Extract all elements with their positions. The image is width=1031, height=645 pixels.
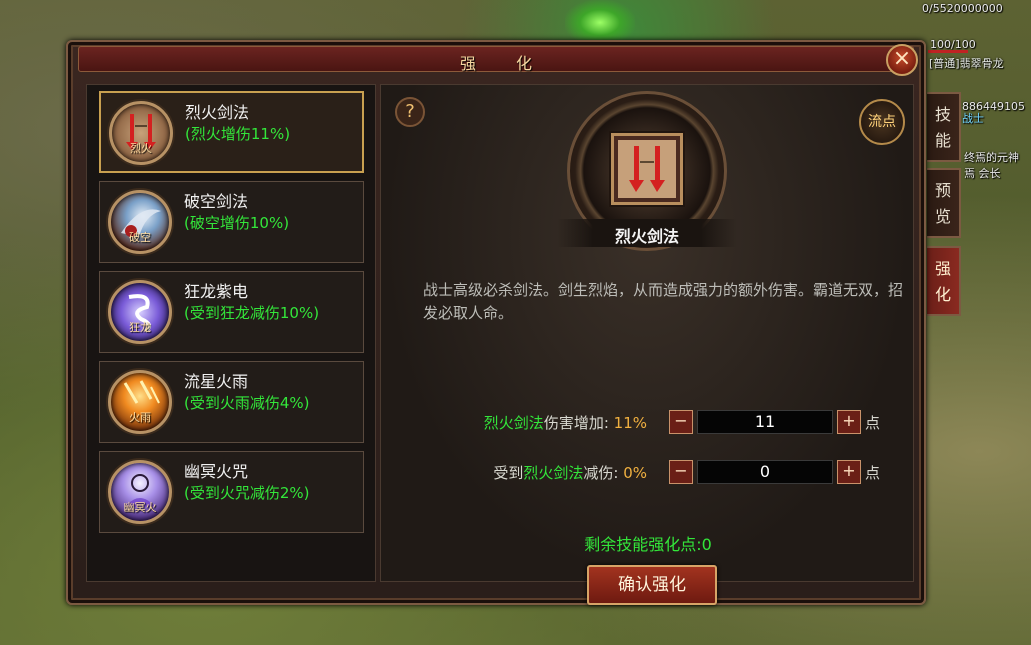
skill-bonus: (破空增伤10%) (184, 214, 290, 232)
exp-readout: 0/5520000000 (922, 2, 1003, 15)
guild-name: 终焉的元神 (964, 151, 1019, 164)
selected-skill-icon (611, 133, 683, 205)
minus-icon: − (674, 411, 688, 430)
skill-detail-panel: ? 流点 烈火剑法 战士高级必杀剑法。剑生烈焰，从而造成强力的额外伤害。霸道无双… (380, 84, 915, 605)
plus-icon: + (842, 411, 856, 430)
pokong-icon: 破空 (108, 190, 172, 254)
stat-skill-name: 烈火剑法 (523, 464, 584, 482)
selected-skill-name-bar: 烈火剑法 (557, 219, 737, 247)
tab-skills[interactable]: 技能 (927, 92, 961, 162)
liuxing-icon-label: 火雨 (129, 411, 151, 424)
player-class: 战士 (962, 112, 984, 125)
reduction-increase-button[interactable]: + (837, 460, 861, 484)
youming-icon-label: 幽冥火 (123, 501, 157, 514)
confirm-enhance-button[interactable]: 确认强化 (587, 565, 717, 605)
stat-text: 减伤: (583, 464, 619, 482)
tab-preview[interactable]: 预览 (927, 168, 961, 238)
skill-bonus: (烈火增伤11%) (185, 125, 291, 143)
stat-text: 伤害增加: (543, 414, 609, 432)
guild-rank: 焉 会长 (964, 167, 1001, 180)
skill-name: 流星火雨 (184, 372, 249, 391)
close-button[interactable]: × (886, 44, 918, 76)
skill-bonus: (受到火咒减伤2%) (184, 484, 310, 502)
tab-skills-label: 技能 (934, 105, 951, 150)
damage-points-input[interactable]: 11 (697, 410, 833, 434)
skill-item-pokong[interactable]: 破空 破空剑法 (破空增伤10%) (99, 181, 364, 263)
hp-bar (928, 50, 968, 53)
stat-skill-name: 烈火剑法 (483, 414, 544, 432)
flow-icon: 流点 (868, 114, 896, 130)
damage-increase-label: 烈火剑法伤害增加: 11% (484, 412, 647, 433)
enhance-window: 强化 × 烈火 烈火剑法 (烈火增伤11%) 破空 破空剑法 (破空增伤10%)… (66, 40, 926, 605)
skill-item-liehuo[interactable]: 烈火 烈火剑法 (烈火增伤11%) (99, 91, 364, 173)
skill-item-liuxing[interactable]: 火雨 流星火雨 (受到火雨减伤4%) (99, 361, 364, 443)
youming-icon: 幽冥火 (108, 460, 172, 524)
skill-name: 烈火剑法 (185, 103, 250, 122)
skill-name: 幽冥火咒 (184, 462, 249, 481)
close-icon: × (892, 46, 912, 71)
remaining-points: 剩余技能强化点:0 (584, 535, 712, 554)
kuanglong-icon: 狂龙 (108, 280, 172, 344)
liehuo-icon: 烈火 (109, 101, 173, 165)
spell-glow (565, 0, 635, 45)
plus-icon: + (842, 461, 856, 480)
stat-percent: 0% (623, 464, 647, 482)
flow-button[interactable]: 流点 (859, 99, 905, 145)
skill-item-youming[interactable]: 幽冥火 幽冥火咒 (受到火咒减伤2%) (99, 451, 364, 533)
game-scene: 0/5520000000 100/100 [普通]翡翠骨龙 886449105 … (0, 0, 1031, 645)
tab-enhance-label: 强化 (934, 259, 951, 304)
reduction-decrease-button[interactable]: − (669, 460, 693, 484)
title-bar[interactable]: 强化 (78, 46, 914, 73)
stat-percent: 11% (613, 414, 647, 432)
damage-increase-row: 烈火剑法伤害增加: 11% − 11 + 点 (381, 407, 915, 437)
help-icon: ? (405, 101, 415, 122)
target-name: [普通]翡翠骨龙 (929, 57, 1004, 70)
minus-icon: − (674, 461, 688, 480)
fire-sword-icon (618, 140, 676, 198)
skill-item-kuanglong[interactable]: 狂龙 狂龙紫电 (受到狂龙减伤10%) (99, 271, 364, 353)
help-button[interactable]: ? (395, 97, 425, 127)
skill-list: 烈火 烈火剑法 (烈火增伤11%) 破空 破空剑法 (破空增伤10%) 狂龙 狂… (86, 84, 376, 582)
points-unit: 点 (865, 464, 881, 482)
skill-name: 破空剑法 (184, 192, 249, 211)
skill-bonus: (受到狂龙减伤10%) (184, 304, 320, 322)
skill-description: 战士高级必杀剑法。剑生烈焰，从而造成强力的额外伤害。霸道无双，招发必取人命。 (423, 281, 904, 322)
kuanglong-icon-label: 狂龙 (129, 321, 151, 334)
window-title: 强化 (459, 54, 572, 73)
skill-bonus: (受到火雨减伤4%) (184, 394, 310, 412)
damage-increase-button[interactable]: + (837, 410, 861, 434)
damage-reduction-label: 受到烈火剑法减伤: 0% (493, 462, 647, 483)
stat-prefix: 受到 (493, 464, 524, 482)
tab-enhance[interactable]: 强化 (927, 246, 961, 316)
liehuo-icon-label: 烈火 (130, 142, 152, 155)
damage-reduction-row: 受到烈火剑法减伤: 0% − 0 + 点 (381, 457, 915, 487)
selected-skill-name: 烈火剑法 (614, 227, 679, 246)
points-unit: 点 (865, 414, 881, 432)
pokong-icon-label: 破空 (129, 231, 151, 244)
skill-name: 狂龙紫电 (184, 282, 249, 301)
damage-decrease-button[interactable]: − (669, 410, 693, 434)
tab-preview-label: 预览 (934, 181, 951, 226)
liuxing-icon: 火雨 (108, 370, 172, 434)
reduction-points-input[interactable]: 0 (697, 460, 833, 484)
